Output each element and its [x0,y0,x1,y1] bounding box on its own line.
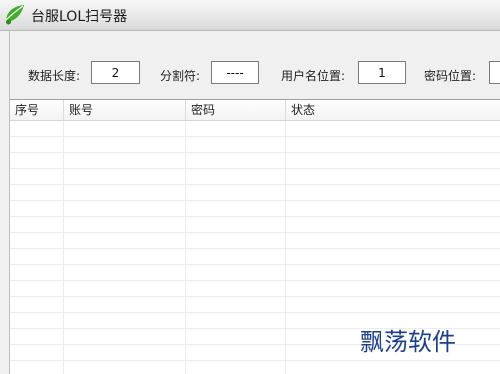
column-header-account[interactable]: 账号 [64,100,186,120]
password-position-label: 密码位置: [424,69,477,83]
username-position-input[interactable] [358,61,406,84]
separator-input[interactable] [211,61,259,84]
window-title: 台服LOL扫号器 [31,9,128,25]
lol-leaf-icon [5,5,24,25]
watermark-text: 飘荡软件 [360,328,456,356]
separator-label: 分割符: [160,69,201,83]
column-header-status[interactable]: 状态 [286,100,500,120]
data-length-label: 数据长度: [28,69,81,83]
main-panel: 数据长度: 分割符: 用户名位置: 密码位置: 序号 账号 密码 状态 [9,31,500,374]
password-position-input[interactable] [489,61,500,84]
watermark-logo: 飘荡软件 [360,328,456,356]
column-divider [285,121,286,374]
data-length-input[interactable] [91,61,140,84]
column-header-index[interactable]: 序号 [10,100,64,120]
app-window: 台服LOL扫号器 数据长度: 分割符: 用户名位置: 密码位置: 序号 账号 密… [0,0,500,374]
column-header-password[interactable]: 密码 [186,100,286,120]
table-header: 序号 账号 密码 状态 [10,100,500,121]
username-position-label: 用户名位置: [281,69,346,83]
column-divider [185,121,186,374]
settings-row: 数据长度: 分割符: 用户名位置: 密码位置: [10,31,500,98]
title-bar[interactable]: 台服LOL扫号器 [0,0,500,31]
column-divider [63,121,64,374]
